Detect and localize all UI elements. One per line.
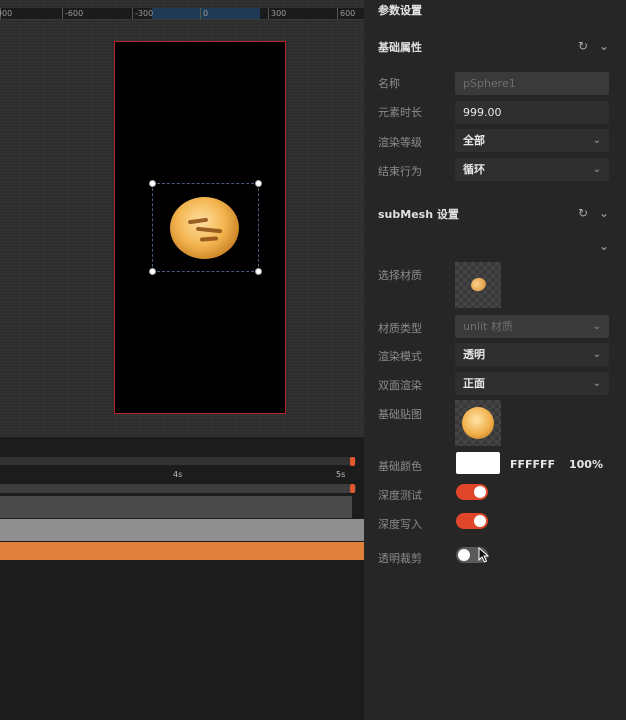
- horizontal-ruler: -900 -600 -300 0 300 600: [0, 8, 364, 20]
- timeline-tick-label: 5s: [336, 470, 346, 479]
- section-header-basic: 基础属性: [378, 41, 422, 54]
- ruler-label: -300: [135, 9, 154, 18]
- ruler-tick-line: [62, 8, 63, 19]
- chevron-down-icon: ⌄: [592, 135, 601, 146]
- chevron-down-icon: ⌄: [592, 349, 601, 360]
- timeline-tick-label: 4s: [173, 470, 183, 479]
- resize-handle-top-left[interactable]: [149, 180, 156, 187]
- timeline-scrubber-track[interactable]: [0, 457, 356, 465]
- timeline-layer-dark[interactable]: [0, 496, 352, 518]
- base-color-hex: FFFFFF: [510, 458, 556, 471]
- render-mode-value: 透明: [463, 348, 485, 361]
- timeline-ruler: 4s 5s: [0, 470, 356, 482]
- ruler-label: 600: [340, 9, 356, 18]
- section-header-submesh: subMesh 设置: [378, 208, 459, 221]
- end-behavior-label: 结束行为: [378, 165, 422, 178]
- timeline-track-bar[interactable]: [0, 484, 356, 493]
- material-type-select[interactable]: unlit 材质 ⌄: [455, 315, 609, 338]
- reset-icon[interactable]: ↻: [578, 207, 588, 219]
- material-preview-icon: [469, 275, 488, 294]
- duration-input[interactable]: 999.00: [455, 101, 609, 124]
- reset-icon[interactable]: ↻: [578, 40, 588, 52]
- toggle-knob: [474, 486, 486, 498]
- timeline-layer-orange[interactable]: [0, 542, 364, 560]
- base-texture-label: 基础贴图: [378, 408, 422, 421]
- panel-title: 参数设置: [378, 4, 422, 17]
- mouse-cursor-icon: [478, 547, 490, 563]
- timeline-end-marker[interactable]: [350, 457, 355, 466]
- base-texture-thumbnail[interactable]: [455, 400, 501, 446]
- ruler-label: -900: [0, 9, 13, 18]
- render-level-value: 全部: [463, 134, 485, 147]
- collapse-chevron-icon[interactable]: ⌄: [599, 207, 609, 219]
- ruler-label: -600: [65, 9, 84, 18]
- name-label: 名称: [378, 77, 400, 90]
- chevron-down-icon: ⌄: [592, 164, 601, 175]
- toggle-knob: [458, 549, 470, 561]
- duration-label: 元素时长: [378, 106, 422, 119]
- toggle-knob: [474, 515, 486, 527]
- material-type-label: 材质类型: [378, 322, 422, 335]
- ruler-tick-line: [200, 8, 201, 19]
- resize-handle-bottom-right[interactable]: [255, 268, 262, 275]
- resize-handle-top-right[interactable]: [255, 180, 262, 187]
- double-side-value: 正面: [463, 377, 485, 390]
- depth-test-label: 深度测试: [378, 489, 422, 502]
- ruler-tick-line: [268, 8, 269, 19]
- ruler-label: 300: [271, 9, 287, 18]
- depth-write-toggle[interactable]: [456, 513, 488, 529]
- material-label: 选择材质: [378, 269, 422, 282]
- ruler-tick-line: [132, 8, 133, 19]
- ruler-tick-line: [337, 8, 338, 19]
- material-type-value: unlit 材质: [463, 320, 513, 333]
- base-color-opacity: 100%: [569, 458, 603, 471]
- texture-preview-icon: [462, 407, 494, 439]
- resize-handle-bottom-left[interactable]: [149, 268, 156, 275]
- render-mode-label: 渲染模式: [378, 350, 422, 363]
- base-color-swatch[interactable]: [456, 452, 500, 474]
- timeline-layer-gray[interactable]: [0, 519, 364, 541]
- render-level-select[interactable]: 全部 ⌄: [455, 129, 609, 152]
- double-side-label: 双面渲染: [378, 379, 422, 392]
- end-behavior-value: 循环: [463, 163, 485, 176]
- ruler-label: 0: [203, 9, 209, 18]
- render-level-label: 渲染等级: [378, 136, 422, 149]
- timeline-playhead[interactable]: [350, 484, 355, 493]
- depth-test-toggle[interactable]: [456, 484, 488, 500]
- double-side-select[interactable]: 正面 ⌄: [455, 372, 609, 395]
- depth-write-label: 深度写入: [378, 518, 422, 531]
- chevron-down-icon: ⌄: [592, 321, 601, 332]
- scene-viewport[interactable]: -900 -600 -300 0 300 600: [0, 0, 364, 437]
- chevron-down-icon: ⌄: [592, 378, 601, 389]
- base-color-label: 基础颜色: [378, 460, 422, 473]
- expand-chevron-icon[interactable]: ⌄: [599, 240, 609, 252]
- alpha-clip-label: 透明裁剪: [378, 552, 422, 565]
- material-thumbnail[interactable]: [455, 262, 501, 308]
- selection-box[interactable]: [149, 180, 262, 275]
- render-mode-select[interactable]: 透明 ⌄: [455, 343, 609, 366]
- end-behavior-select[interactable]: 循环 ⌄: [455, 158, 609, 181]
- name-field[interactable]: pSphere1: [455, 72, 609, 95]
- collapse-chevron-icon[interactable]: ⌄: [599, 40, 609, 52]
